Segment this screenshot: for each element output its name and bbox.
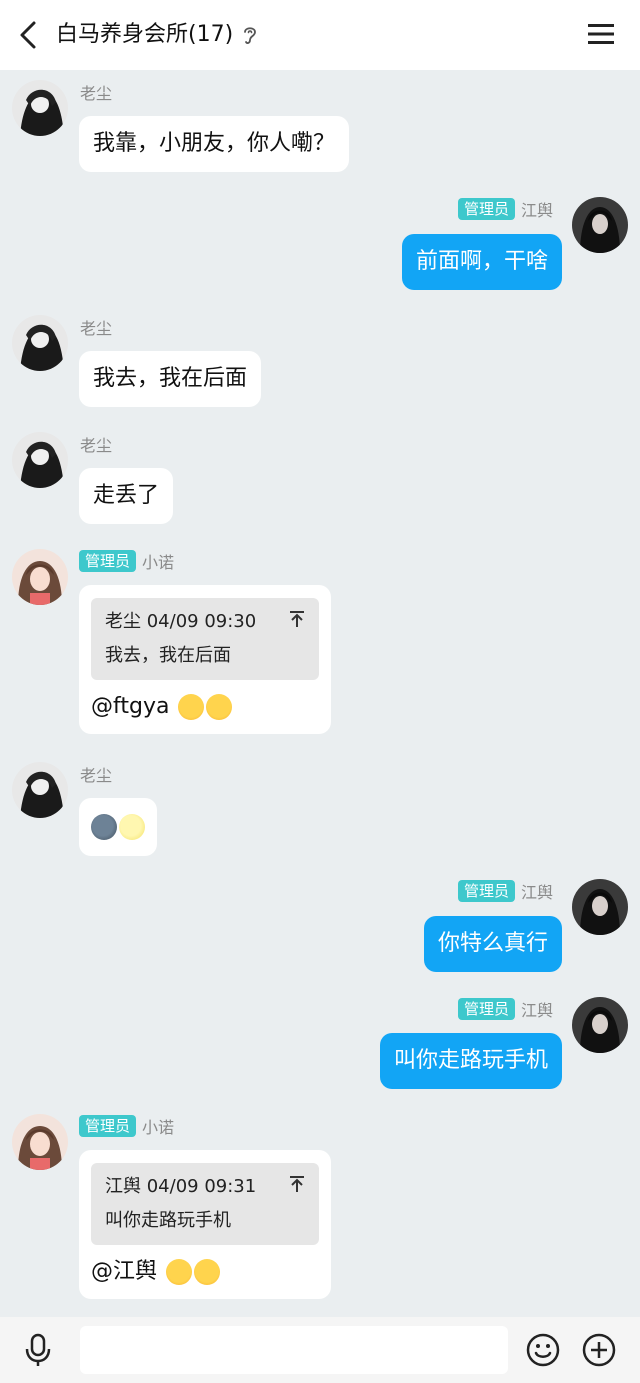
message-text: 你特么真行	[437, 931, 548, 956]
admin-badge: 管理员	[458, 998, 516, 1020]
message-text: 叫你走路玩手机	[393, 1048, 548, 1073]
sender-name-row: 老尘	[80, 433, 112, 455]
message-text: 前面啊，干啥	[415, 249, 548, 274]
laughing-emoji-icon	[178, 694, 205, 720]
quote-header: 江舆 04/09 09:31	[105, 1176, 257, 1197]
microphone-icon[interactable]	[24, 1333, 52, 1367]
sender-name-row: 老尘	[80, 316, 112, 338]
group-title[interactable]: 白马养身会所(17)	[56, 20, 259, 50]
avatar-jiangyu[interactable]	[572, 197, 628, 253]
sender-name-row: 管理员 江舆	[458, 880, 553, 902]
message-text: @江舆	[91, 1259, 158, 1284]
message-input[interactable]	[80, 1326, 508, 1374]
sender-name: 老尘	[80, 84, 113, 103]
group-title-text: 白马养身会所(17)	[56, 22, 234, 47]
sender-name-row: 老尘	[80, 763, 112, 785]
message-bubble[interactable]: 你特么真行	[423, 916, 562, 972]
sender-name: 老尘	[80, 436, 113, 455]
admin-badge: 管理员	[79, 1115, 137, 1137]
quote-text: 我去，我在后面	[105, 645, 231, 666]
message-text: 我靠，小朋友，你人嘞？	[93, 131, 336, 156]
sender-name: 老尘	[80, 319, 113, 338]
sender-name-row: 管理员 小诺	[79, 1115, 174, 1137]
quote-jump-icon[interactable]	[289, 610, 305, 628]
avatar-laochen[interactable]	[12, 432, 68, 488]
quote-jump-icon[interactable]	[289, 1175, 305, 1193]
emoji-icon[interactable]	[526, 1333, 560, 1367]
sender-name-row: 老尘	[80, 81, 112, 103]
admin-badge: 管理员	[79, 550, 137, 572]
message-bubble[interactable]: 我靠，小朋友，你人嘞？	[79, 116, 350, 172]
laughing-emoji-icon	[206, 694, 233, 720]
message-bubble[interactable]: 老尘 04/09 09:30 我去，我在后面 @ftgya	[79, 585, 331, 734]
message-text: 走丢了	[93, 483, 160, 508]
chat-message-list[interactable]: 老尘 我靠，小朋友，你人嘞？ 管理员 江舆 前面啊，干啥 老尘 我去，我在后面 …	[0, 70, 640, 1317]
quote-text: 叫你走路玩手机	[105, 1210, 231, 1231]
message-bubble[interactable]: 前面啊，干啥	[401, 234, 562, 290]
menu-icon[interactable]	[588, 22, 614, 46]
sender-name-row: 管理员 江舆	[458, 198, 553, 220]
message-input-bar	[0, 1317, 640, 1383]
avatar-xiaonuo[interactable]	[12, 549, 68, 605]
admin-badge: 管理员	[458, 880, 516, 902]
laughing-emoji-icon	[194, 1259, 221, 1285]
light-moon-emoji-icon	[119, 814, 145, 840]
avatar-laochen[interactable]	[12, 762, 68, 818]
dark-moon-emoji-icon	[91, 814, 117, 840]
sender-name-row: 管理员 江舆	[458, 998, 553, 1020]
avatar-laochen[interactable]	[12, 80, 68, 136]
quoted-message[interactable]: 江舆 04/09 09:31 叫你走路玩手机	[91, 1163, 319, 1245]
avatar-xiaonuo[interactable]	[12, 1114, 68, 1170]
message-text: @ftgya	[91, 694, 170, 719]
message-bubble[interactable]: 我去，我在后面	[79, 351, 262, 407]
message-text: 我去，我在后面	[93, 366, 248, 391]
sender-name: 小诺	[142, 553, 175, 572]
sender-name: 小诺	[142, 1118, 175, 1137]
ear-icon	[244, 27, 257, 44]
sender-name: 江舆	[521, 201, 554, 220]
laughing-emoji-icon	[166, 1259, 193, 1285]
message-bubble[interactable]: 叫你走路玩手机	[379, 1033, 562, 1089]
plus-icon[interactable]	[582, 1333, 616, 1367]
avatar-laochen[interactable]	[12, 315, 68, 371]
sender-name: 江舆	[521, 883, 554, 902]
admin-badge: 管理员	[458, 198, 516, 220]
sender-name: 老尘	[80, 766, 113, 785]
quote-header: 老尘 04/09 09:30	[105, 611, 257, 632]
avatar-jiangyu[interactable]	[572, 997, 628, 1053]
message-bubble[interactable]: 江舆 04/09 09:31 叫你走路玩手机 @江舆	[79, 1150, 331, 1299]
back-arrow-icon[interactable]	[14, 19, 46, 51]
quoted-message[interactable]: 老尘 04/09 09:30 我去，我在后面	[91, 598, 319, 680]
message-bubble[interactable]: 走丢了	[79, 468, 174, 524]
avatar-jiangyu[interactable]	[572, 879, 628, 935]
message-bubble[interactable]	[79, 798, 157, 856]
sender-name: 江舆	[521, 1001, 554, 1020]
sender-name-row: 管理员 小诺	[79, 550, 174, 572]
chat-header: 白马养身会所(17)	[0, 0, 640, 70]
